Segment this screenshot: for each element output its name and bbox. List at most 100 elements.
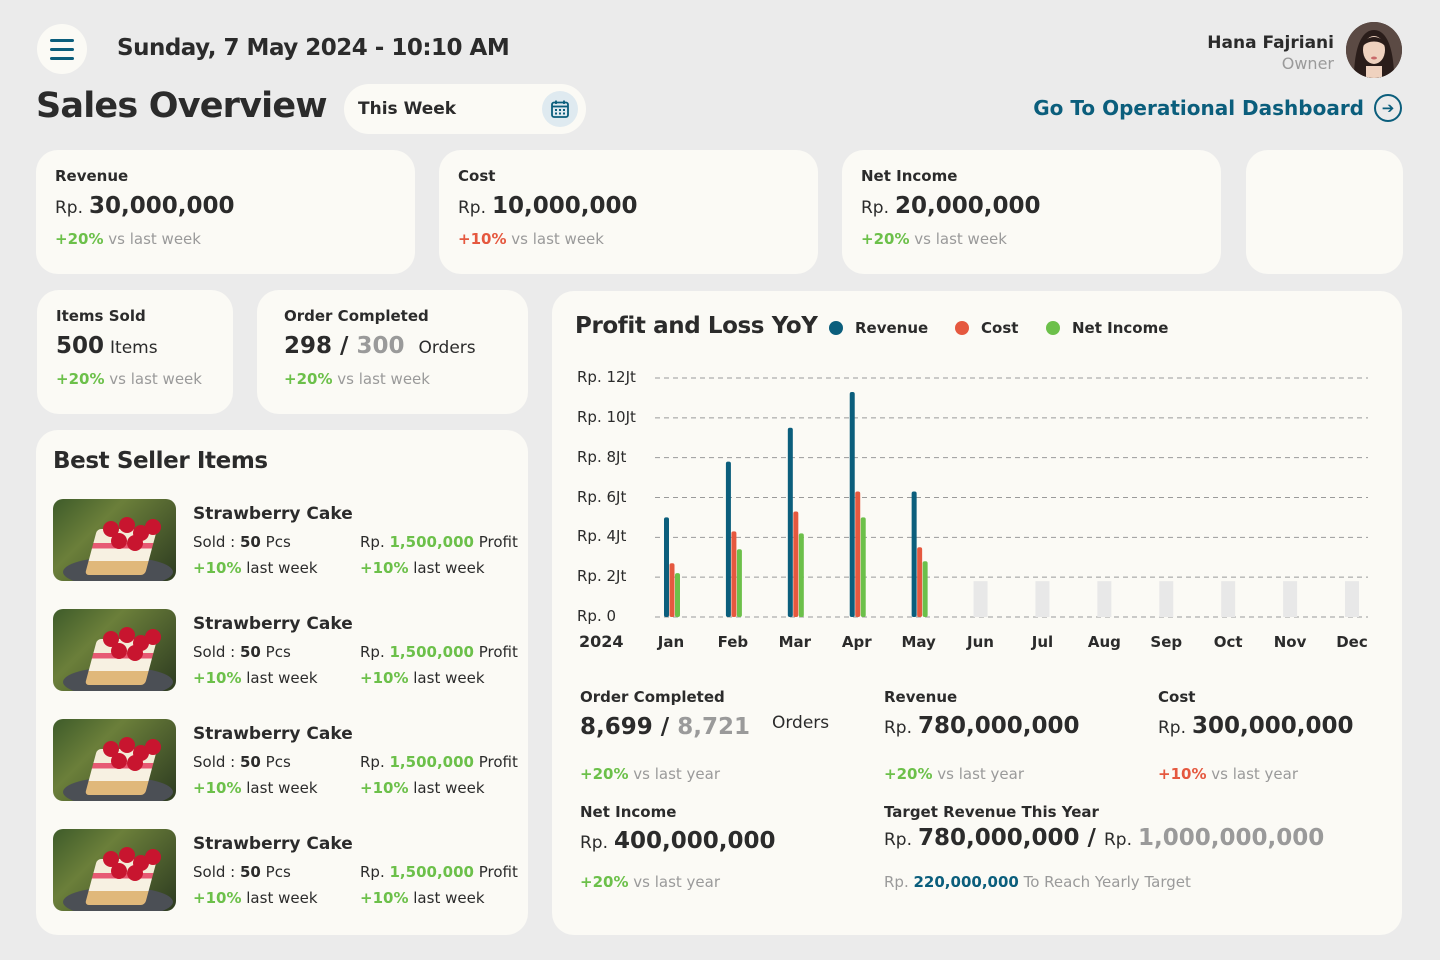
chart-year-label: 2024	[579, 632, 624, 651]
product-image	[53, 499, 176, 581]
bar-revenue[interactable]	[664, 517, 669, 617]
kpi-label: Cost	[458, 167, 496, 185]
cost-card: Cost Rp. 10,000,000 +10% vs last week	[439, 150, 818, 274]
period-label: This Week	[358, 99, 457, 119]
yearly-cost-label: Cost	[1158, 688, 1196, 706]
kpi-change: +20% vs last week	[55, 230, 201, 248]
kpi-value: 500 Items	[56, 333, 158, 359]
x-tick-label: Jun	[967, 633, 994, 651]
y-tick-label: Rp. 6Jt	[577, 487, 627, 506]
bar-revenue[interactable]	[787, 427, 793, 617]
yearly-net-income-label: Net Income	[580, 803, 677, 821]
kpi-label: Revenue	[55, 167, 129, 185]
y-tick-label: Rp. 4Jt	[577, 527, 627, 546]
menu-button[interactable]	[37, 24, 87, 74]
yearly-cost-change: +10% vs last year	[1158, 765, 1299, 783]
kpi-change: +20% vs last week	[284, 370, 430, 388]
page-title: Sales Overview	[36, 86, 328, 126]
product-image	[53, 719, 176, 801]
bar-placeholder	[1221, 581, 1236, 617]
x-tick-label: Mar	[778, 633, 812, 651]
product-profit: Rp. 1,500,000 Profit	[360, 533, 518, 551]
target-remaining: Rp. 220,000,000 To Reach Yearly Target	[884, 873, 1191, 891]
bar-revenue[interactable]	[911, 491, 917, 617]
bar-net-income[interactable]	[736, 549, 742, 617]
items-sold-card: Items Sold 500 Items +20% vs last week	[37, 290, 233, 414]
product-image	[53, 829, 176, 911]
yearly-order-change: +20% vs last year	[580, 765, 721, 783]
order-completed-card: Order Completed 298 / 300 Orders +20% vs …	[257, 290, 528, 414]
x-tick-label: Apr	[841, 633, 872, 651]
best-seller-item[interactable]: Strawberry Cake Sold : 50 Pcs +10% last we…	[53, 829, 518, 913]
empty-card	[1246, 150, 1403, 274]
x-tick-label: Jul	[1031, 633, 1054, 651]
avatar-photo-icon	[1346, 22, 1402, 78]
best-seller-item[interactable]: Strawberry Cake Sold : 50 Pcs +10% last we…	[53, 719, 518, 803]
go-link-label: Go To Operational Dashboard	[1033, 96, 1364, 120]
best-seller-title: Best Seller Items	[53, 448, 268, 474]
kpi-value: Rp. 10,000,000	[458, 193, 638, 219]
x-tick-label: Sep	[1150, 633, 1183, 651]
go-operational-dashboard-link[interactable]: Go To Operational Dashboard ➔	[1033, 94, 1402, 122]
bar-placeholder	[973, 581, 988, 617]
y-tick-label: Rp. 12Jt	[577, 368, 636, 386]
x-tick-label: Oct	[1213, 633, 1243, 651]
product-sold: Sold : 50 Pcs	[193, 643, 291, 661]
bar-placeholder	[1345, 581, 1359, 617]
yearly-net-income-change: +20% vs last year	[580, 873, 721, 891]
product-sold: Sold : 50 Pcs	[193, 753, 291, 771]
avatar[interactable]	[1346, 22, 1402, 78]
bar-cost[interactable]	[793, 511, 799, 617]
calendar-button[interactable]	[542, 91, 578, 127]
target-revenue-value: Rp. 780,000,000 / Rp. 1,000,000,000	[884, 825, 1325, 851]
best-seller-item[interactable]: Strawberry Cake Sold : 50 Pcs +10% last we…	[53, 609, 518, 693]
kpi-label: Items Sold	[56, 307, 146, 325]
kpi-value: Rp. 20,000,000	[861, 193, 1041, 219]
period-selector[interactable]: This Week	[344, 84, 586, 134]
product-sold: Sold : 50 Pcs	[193, 533, 291, 551]
product-sold-change: +10% last week	[193, 889, 318, 907]
bar-net-income[interactable]	[675, 573, 680, 617]
bar-net-income[interactable]	[860, 517, 866, 617]
bar-revenue[interactable]	[849, 391, 855, 617]
x-tick-label: Dec	[1336, 633, 1368, 651]
product-profit: Rp. 1,500,000 Profit	[360, 753, 518, 771]
bar-cost[interactable]	[855, 491, 861, 617]
chart-plot	[655, 377, 1368, 618]
product-name: Strawberry Cake	[193, 834, 353, 854]
product-profit-change: +10% last week	[360, 669, 485, 687]
bar-cost[interactable]	[917, 547, 923, 617]
user-role: Owner	[1281, 54, 1334, 73]
product-sold-change: +10% last week	[193, 559, 318, 577]
user-name: Hana Fajriani	[1207, 33, 1334, 53]
bar-net-income[interactable]	[798, 533, 804, 617]
bar-cost[interactable]	[731, 531, 737, 617]
bar-cost[interactable]	[669, 563, 675, 617]
best-seller-card: Best Seller Items Strawberry Cake Sold : …	[36, 430, 528, 935]
product-name: Strawberry Cake	[193, 724, 353, 744]
best-seller-item[interactable]: Strawberry Cake Sold : 50 Pcs +10% last we…	[53, 499, 518, 583]
bar-revenue[interactable]	[725, 461, 731, 617]
product-profit-change: +10% last week	[360, 559, 485, 577]
kpi-change: +20% vs last week	[56, 370, 202, 388]
bar-placeholder	[1097, 581, 1112, 617]
product-name: Strawberry Cake	[193, 614, 353, 634]
y-tick-label: Rp. 0	[577, 607, 617, 625]
product-profit-change: +10% last week	[360, 889, 485, 907]
product-sold-change: +10% last week	[193, 779, 318, 797]
kpi-change: +10% vs last week	[458, 230, 604, 248]
kpi-value: 298 / 300 Orders	[284, 333, 476, 359]
kpi-label: Net Income	[861, 167, 958, 185]
product-sold-change: +10% last week	[193, 669, 318, 687]
product-profit: Rp. 1,500,000 Profit	[360, 863, 518, 881]
yearly-order-value: 8,699 / 8,721 Orders	[580, 713, 830, 740]
calendar-icon	[551, 100, 569, 118]
bar-placeholder	[1283, 581, 1298, 617]
yearly-revenue-label: Revenue	[884, 688, 958, 706]
kpi-change: +20% vs last week	[861, 230, 1007, 248]
yearly-revenue-value: Rp. 780,000,000	[884, 713, 1080, 739]
target-revenue-label: Target Revenue This Year	[884, 803, 1099, 821]
bar-net-income[interactable]	[922, 561, 928, 617]
yearly-net-income-value: Rp. 400,000,000	[580, 828, 776, 854]
profit-loss-card: Profit and Loss YoY Revenue Cost Net Inc…	[552, 291, 1402, 935]
